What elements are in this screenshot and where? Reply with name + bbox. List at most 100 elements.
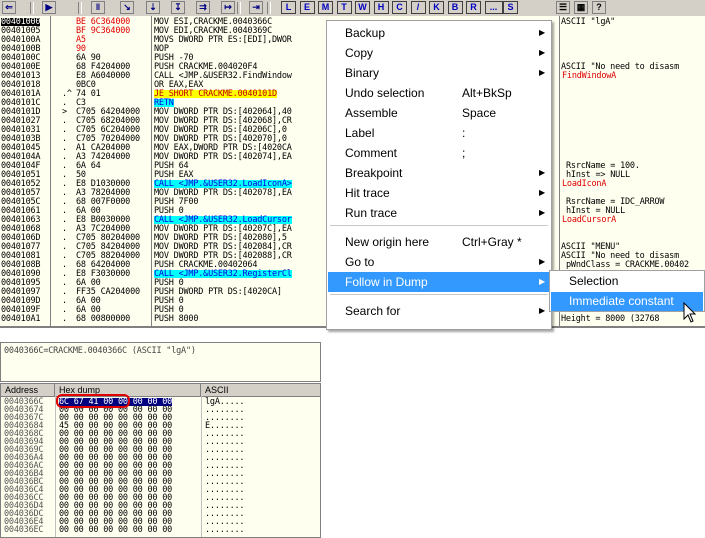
menu-item-hit-trace[interactable]: Hit trace ▶ <box>328 183 550 203</box>
menu-item-label: Label <box>345 126 375 140</box>
menu-item-label: Run trace <box>345 206 398 220</box>
toolbar-button-6[interactable]: ⇉ <box>196 1 210 14</box>
toolbar-window-h[interactable]: H <box>373 1 389 14</box>
menu-item-follow-in-dump[interactable]: Follow in Dump ▶ <box>328 272 550 292</box>
toolbar-window-m[interactable]: M <box>318 1 333 14</box>
toolbar-window-s[interactable]: S <box>503 1 518 14</box>
toolbar-button-0[interactable]: ⇐ <box>2 1 16 14</box>
menu-item-undo-selection[interactable]: Undo selection Alt+BkSp <box>328 83 550 103</box>
menu-item-search-for[interactable]: Search for ▶ <box>328 301 550 321</box>
dump-header-address[interactable]: Address <box>1 384 55 396</box>
disasm-marker: . <box>62 161 67 171</box>
disasm-hex: 50 <box>76 170 86 180</box>
disasm-hex: 6A 00 <box>76 305 101 315</box>
empty-area <box>322 328 705 538</box>
disasm-address: 0040100E <box>1 62 41 72</box>
disasm-hex: E8 F3030000 <box>76 269 131 279</box>
disasm-address: 00401052 <box>1 179 41 189</box>
toolbar-window-r[interactable]: R <box>466 1 481 14</box>
disasm-address: 0040101A <box>1 89 41 99</box>
toolbar-separator <box>78 2 82 14</box>
disasm-marker: . <box>62 179 67 189</box>
submenu-arrow-icon: ▶ <box>539 28 546 37</box>
disasm-instruction: PUSH 8000 <box>154 314 199 324</box>
toolbar-window-b[interactable]: B <box>447 1 463 14</box>
toolbar-button-4[interactable]: ⇣ <box>146 1 160 14</box>
toolbar-button-2[interactable]: ‖ <box>91 1 105 14</box>
menu-item-binary[interactable]: Binary ▶ <box>328 63 550 83</box>
disasm-instruction: CALL <JMP.&USER32.FindWindow <box>154 71 292 81</box>
disasm-address: 00401045 <box>1 143 41 153</box>
disasm-marker: . <box>62 206 67 216</box>
toolbar-window-e[interactable]: E <box>299 1 315 14</box>
disasm-address: 00401031 <box>1 125 41 135</box>
toolbar-tool-2[interactable]: ? <box>592 1 606 14</box>
toolbar-window-k[interactable]: K <box>429 1 444 14</box>
disasm-instruction: MOV EDI,CRACKME.0040369C <box>154 26 273 36</box>
menu-item-label[interactable]: Label: <box>328 123 550 143</box>
toolbar-button-5[interactable]: ↧ <box>171 1 185 14</box>
toolbar-tool-1[interactable]: ▦ <box>574 1 588 14</box>
dump-header-ascii[interactable]: ASCII <box>201 384 320 396</box>
menu-item-backup[interactable]: Backup ▶ <box>328 23 550 43</box>
menu-item-breakpoint[interactable]: Breakpoint ▶ <box>328 163 550 183</box>
disasm-marker: . <box>62 287 67 297</box>
disasm-instruction: NOP <box>154 44 169 54</box>
toolbar-window-slash[interactable]: / <box>410 1 426 14</box>
disasm-marker: . <box>62 224 67 234</box>
toolbar-tool-0[interactable]: ☰ <box>556 1 570 14</box>
menu-item-new-origin-here[interactable]: New origin here Ctrl+Gray * <box>328 232 550 252</box>
disasm-hex: C705 6C204000 <box>76 125 140 135</box>
menu-item-shortcut: : <box>462 126 466 140</box>
disasm-marker: > <box>62 107 67 117</box>
toolbar-window-c[interactable]: C <box>392 1 407 14</box>
toolbar-window-more[interactable]: ... <box>484 1 503 14</box>
disasm-hex: C3 <box>76 98 86 108</box>
toolbar-window-t[interactable]: T <box>336 1 352 14</box>
toolbar-button-8[interactable]: ⇥ <box>249 1 263 14</box>
toolbar-separator <box>267 2 271 14</box>
menu-item-label: Undo selection <box>345 86 425 100</box>
submenu-arrow-icon: ▶ <box>539 306 546 315</box>
submenu-item-immediate-constant[interactable]: Immediate constant <box>551 292 703 311</box>
menu-item-label: Breakpoint <box>345 166 403 180</box>
toolbar-button-1[interactable]: ▶ <box>42 1 56 14</box>
disasm-marker: . <box>62 233 67 243</box>
disasm-address: 0040109F <box>1 305 41 315</box>
toolbar-window-w[interactable]: W <box>355 1 370 14</box>
menu-item-run-trace[interactable]: Run trace ▶ <box>328 203 550 223</box>
disasm-hex: A1 CA204000 <box>76 143 131 153</box>
toolbar-button-7[interactable]: ↦ <box>221 1 235 14</box>
disasm-address: 00401063 <box>1 215 41 225</box>
menu-item-assemble[interactable]: Assemble Space <box>328 103 550 123</box>
disasm-hex: C705 70204000 <box>76 134 140 144</box>
disasm-address: 0040100A <box>1 35 41 45</box>
disasm-instruction: CALL <JMP.&USER32.LoadCursor <box>154 215 292 225</box>
disasm-marker: . <box>62 251 67 261</box>
disasm-hex: E8 A6040000 <box>76 71 131 81</box>
dump-row[interactable]: 004036EC 00 00 00 00 00 00 00 00........ <box>1 526 320 535</box>
disasm-address: 00401057 <box>1 188 41 198</box>
menu-item-copy[interactable]: Copy ▶ <box>328 43 550 63</box>
menu-separator <box>330 225 548 226</box>
disasm-instruction: PUSH EAX <box>154 170 194 180</box>
disasm-hex: C705 88204000 <box>76 251 140 261</box>
disasm-instruction: PUSH 0 <box>154 206 184 216</box>
disasm-comment: RsrcName = IDC_ARROW <box>566 197 665 207</box>
disasm-hex: C705 64204000 <box>76 107 140 117</box>
menu-item-comment[interactable]: Comment; <box>328 143 550 163</box>
disasm-hex: 74 01 <box>76 89 101 99</box>
disasm-instruction: MOV DWORD PTR DS:[40206C],0 <box>154 125 287 135</box>
disasm-address: 0040104F <box>1 161 41 171</box>
disasm-instruction: MOV EAX,DWORD PTR DS:[4020CA <box>154 143 292 153</box>
disasm-hex: A3 78204000 <box>76 188 131 198</box>
disasm-hex: 6A 00 <box>76 278 101 288</box>
disasm-marker: . <box>62 242 67 252</box>
disasm-address: 0040109D <box>1 296 41 306</box>
dump-header: Address Hex dump ASCII <box>1 384 320 397</box>
hex-dump-pane[interactable]: Address Hex dump ASCII 0040366C 6C 67 41 … <box>0 383 321 538</box>
submenu-item-selection[interactable]: Selection <box>551 272 703 291</box>
toolbar-window-l[interactable]: L <box>281 1 296 14</box>
toolbar-button-3[interactable]: ↘ <box>120 1 134 14</box>
menu-item-go-to[interactable]: Go to ▶ <box>328 252 550 272</box>
